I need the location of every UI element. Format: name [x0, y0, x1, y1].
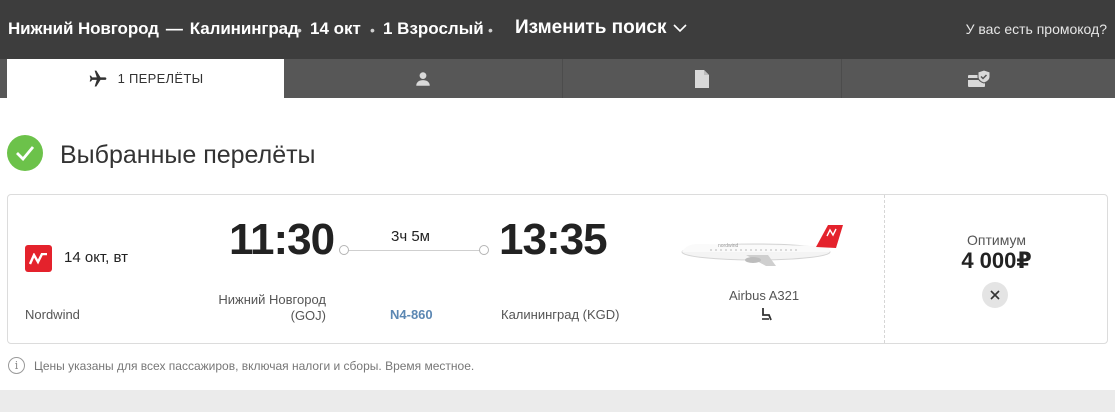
- seat-icon: [762, 308, 772, 321]
- search-summary-bar: Нижний Новгород — Калининград • 14 окт • 1…: [0, 0, 1115, 59]
- payment-icon: [967, 68, 990, 87]
- airline-name: Nordwind: [25, 307, 80, 322]
- svg-text:nordwind: nordwind: [718, 243, 739, 249]
- nordwind-logo-icon: [25, 245, 52, 272]
- route-separator: —: [165, 19, 183, 38]
- airplane-image: nordwind: [681, 225, 843, 266]
- tab-flights-label: 1 ПЕРЕЛЁТЫ: [117, 71, 204, 86]
- tab-flights[interactable]: 1 ПЕРЕЛЁТЫ: [7, 59, 284, 98]
- origin-city: Нижний Новгород: [8, 19, 159, 38]
- airplane-icon: [89, 70, 106, 86]
- person-icon: [416, 71, 430, 86]
- arrival-time: 13:35: [499, 215, 608, 264]
- remove-flight-button[interactable]: [982, 282, 1008, 308]
- departure-airport: Нижний Новгород (GOJ): [218, 292, 326, 324]
- route-line: [344, 250, 488, 251]
- departure-time: 11:30: [229, 215, 335, 264]
- flight-number[interactable]: N4-860: [390, 307, 433, 322]
- aircraft-type: Airbus A321: [729, 288, 800, 303]
- route-summary: Нижний Новгород — Калининград: [8, 19, 299, 39]
- departure-city: Нижний Новгород: [218, 292, 326, 307]
- flight-duration: 3ч 5м: [391, 228, 430, 245]
- bullet-separator: •: [370, 22, 375, 38]
- arrival-airport: Калининград (KGD): [501, 307, 620, 322]
- fare-name: Оптимум: [967, 232, 1026, 248]
- departure-point: [339, 245, 349, 255]
- chevron-down-icon: [672, 23, 687, 32]
- document-icon: [695, 69, 709, 88]
- selected-flight-card: 14 окт, вт Nordwind 11:30 3ч 5м 13:35 Ни…: [7, 194, 1108, 344]
- destination-city: Калининград: [189, 19, 299, 38]
- tab-passengers[interactable]: [284, 59, 562, 98]
- flight-date: 14 окт, вт: [64, 249, 128, 266]
- info-icon: i: [8, 357, 25, 374]
- arrival-point: [479, 245, 489, 255]
- close-icon: [990, 290, 1000, 300]
- fare-price: 4 000₽: [961, 248, 1032, 273]
- passenger-count: 1 Взрослый: [383, 19, 484, 38]
- bullet-separator: •: [488, 22, 493, 38]
- promo-code-link[interactable]: У вас есть промокод?: [966, 21, 1107, 37]
- booking-steps-tabs: 1 ПЕРЕЛЁТЫ: [0, 59, 1115, 98]
- checkmark-icon: [7, 135, 43, 171]
- change-search-label: Изменить поиск: [515, 17, 667, 38]
- search-date: 14 окт: [310, 19, 361, 38]
- departure-code: (GOJ): [290, 308, 326, 323]
- tab-payment[interactable]: [841, 59, 1115, 98]
- section-title: Выбранные перелёты: [60, 141, 316, 169]
- bottom-strip: [0, 390, 1115, 412]
- tab-documents[interactable]: [562, 59, 841, 98]
- change-search-button[interactable]: Изменить поиск: [515, 17, 687, 39]
- price-note: Цены указаны для всех пассажиров, включа…: [34, 359, 475, 373]
- bullet-separator: •: [297, 22, 302, 38]
